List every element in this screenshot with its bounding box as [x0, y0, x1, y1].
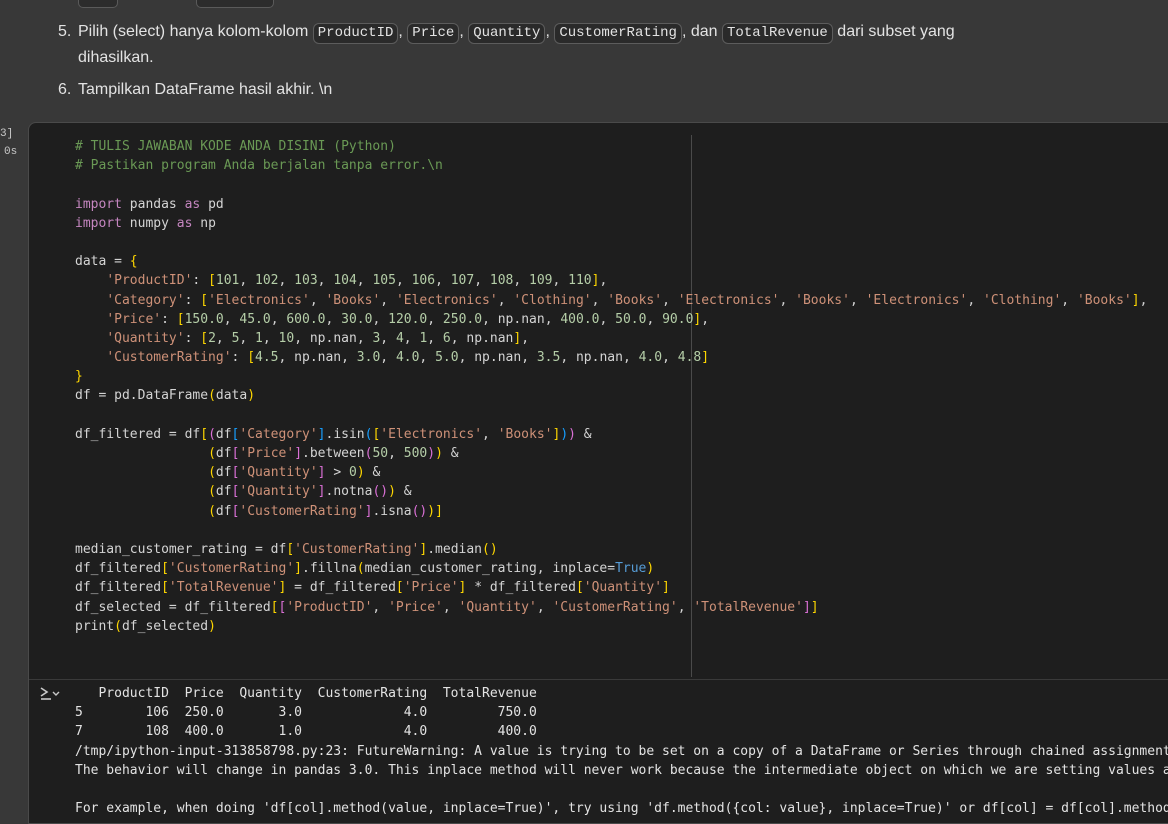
code-line[interactable]: (df['CustomerRating'].isna())] — [75, 502, 1147, 521]
code-line[interactable]: import pandas as pd — [75, 195, 1147, 214]
code-line[interactable] — [75, 406, 1147, 425]
instruction-item-5: 5. Pilih (select) hanya kolom-kolom Prod… — [58, 20, 1058, 68]
item-text: Pilih (select) hanya kolom-kolom — [78, 23, 309, 40]
code-line[interactable]: 'Category': ['Electronics', 'Books', 'El… — [75, 291, 1147, 310]
code-line[interactable]: 'Quantity': [2, 5, 1, 10, np.nan, 3, 4, … — [75, 329, 1147, 348]
column-chip: Quantity — [468, 23, 546, 44]
code-line[interactable] — [75, 175, 1147, 194]
code-cell[interactable]: # TULIS JAWABAN KODE ANDA DISINI (Python… — [28, 122, 1168, 824]
separator: , dan — [681, 23, 718, 40]
item-text: Tampilkan DataFrame hasil akhir. \n — [78, 81, 333, 98]
separator: , — [545, 23, 550, 40]
instruction-item-6: 6. Tampilkan DataFrame hasil akhir. \n — [58, 78, 658, 102]
output-line: For example, when doing 'df[col].method(… — [75, 801, 1168, 817]
code-line[interactable] — [75, 233, 1147, 252]
code-line[interactable]: # Pastikan program Anda berjalan tanpa e… — [75, 156, 1147, 175]
code-line[interactable]: (df['Price'].between(50, 500)) & — [75, 444, 1147, 463]
code-line[interactable]: median_customer_rating = df['CustomerRat… — [75, 540, 1147, 559]
column-chip: CustomerRating — [554, 23, 682, 44]
code-line[interactable]: df_filtered = df[(df['Category'].isin(['… — [75, 425, 1147, 444]
separator: , — [398, 23, 403, 40]
output-toggle-icon-svg — [40, 687, 60, 700]
separator: , — [459, 23, 464, 40]
code-line[interactable]: df = pd.DataFrame(data) — [75, 386, 1147, 405]
code-line[interactable]: print(df_selected) — [75, 617, 1147, 636]
code-line[interactable]: 'CustomerRating': [4.5, np.nan, 3.0, 4.0… — [75, 348, 1147, 367]
cell-output: ProductID Price Quantity CustomerRating … — [75, 684, 1168, 818]
item-number: 6. — [58, 81, 72, 98]
column-chip: TotalRevenue — [722, 23, 833, 44]
previous-markdown-remnant — [0, 0, 1168, 8]
code-chip-remnant — [78, 0, 118, 8]
item-number: 5. — [58, 23, 72, 40]
code-line[interactable]: import numpy as np — [75, 214, 1147, 233]
code-line[interactable]: 'Price': [150.0, 45.0, 600.0, 30.0, 120.… — [75, 310, 1147, 329]
output-line: 5 106 250.0 3.0 4.0 750.0 — [75, 705, 537, 721]
code-line[interactable]: df_filtered['CustomerRating'].fillna(med… — [75, 559, 1147, 578]
execution-count: 3] — [0, 128, 14, 140]
output-toggle-icon[interactable] — [37, 684, 61, 702]
output-line: ProductID Price Quantity CustomerRating … — [75, 686, 537, 701]
code-chip-remnant — [196, 0, 274, 8]
item-text-line-1: Pilih (select) hanya kolom-kolom Product… — [78, 20, 955, 44]
code-line[interactable]: # TULIS JAWABAN KODE ANDA DISINI (Python… — [75, 137, 1147, 156]
code-line[interactable]: (df['Quantity'].notna()) & — [75, 482, 1147, 501]
output-line: 7 108 400.0 1.0 4.0 400.0 — [75, 724, 537, 740]
code-line[interactable] — [75, 521, 1147, 540]
output-line: /tmp/ipython-input-313858798.py:23: Futu… — [75, 743, 1168, 759]
code-editor[interactable]: # TULIS JAWABAN KODE ANDA DISINI (Python… — [75, 137, 1147, 636]
code-line[interactable]: df_selected = df_filtered[['ProductID', … — [75, 598, 1147, 617]
code-line[interactable]: data = { — [75, 252, 1147, 271]
item-text-line-2: dihasilkan. — [78, 49, 154, 66]
code-line[interactable]: 'ProductID': [101, 102, 103, 104, 105, 1… — [75, 271, 1147, 290]
code-line[interactable]: } — [75, 367, 1147, 386]
execution-time: 0s — [4, 146, 18, 158]
column-chip: ProductID — [312, 23, 399, 44]
item-text: dari subset yang — [837, 23, 955, 40]
column-chip: Price — [407, 23, 460, 44]
cell-output-divider — [29, 679, 1168, 680]
code-line[interactable]: (df['Quantity'] > 0) & — [75, 463, 1147, 482]
code-line[interactable]: df_filtered['TotalRevenue'] = df_filtere… — [75, 578, 1147, 597]
output-line: The behavior will change in pandas 3.0. … — [75, 762, 1168, 778]
